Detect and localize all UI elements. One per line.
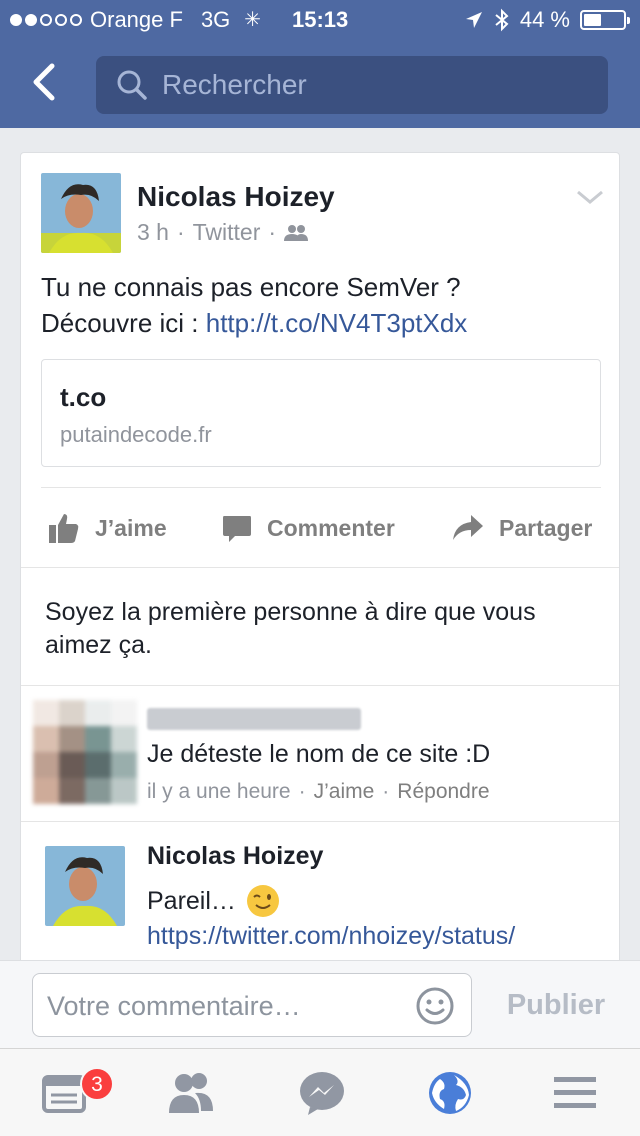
search-bar[interactable] (96, 56, 608, 114)
comment-reply-link[interactable]: Répondre (397, 780, 489, 804)
menu-icon[interactable] (552, 1071, 600, 1115)
author-name[interactable]: Nicolas Hoizey (137, 181, 335, 213)
signal-strength-icon (10, 14, 82, 26)
comment-time: il y a une heure (147, 780, 291, 803)
notifications-globe-icon[interactable] (426, 1071, 474, 1115)
activity-spinner-icon: ✳ (244, 9, 262, 31)
comment-like-link[interactable]: J’aime (314, 780, 375, 804)
search-icon (117, 70, 147, 100)
author-avatar[interactable] (41, 173, 121, 253)
blurred-avatar[interactable] (33, 700, 137, 804)
thumbs-up-icon (49, 514, 79, 543)
comment-meta: il y a une heure · J’aime · Répondre (147, 780, 490, 804)
like-label: J’aime (95, 514, 167, 541)
tab-bar: 3 (0, 1048, 640, 1136)
network-type: 3G (200, 7, 231, 32)
comment-item: Nicolas Hoizey Pareil… https://twitter.c… (21, 821, 619, 981)
post-action-bar: J’aime Commenter Partager (41, 487, 601, 567)
comment-input-box[interactable] (32, 973, 472, 1037)
comment-text: Je déteste le nom de ce site :D (147, 740, 491, 768)
commenter-name[interactable]: Nicolas Hoizey (147, 842, 323, 871)
location-arrow-icon (465, 12, 482, 28)
comment-label: Commenter (267, 514, 395, 541)
comment-input[interactable] (47, 984, 407, 1028)
post-link[interactable]: http://t.co/NV4T3ptXdx (206, 308, 468, 338)
link-preview[interactable]: t.co putaindecode.fr (41, 359, 601, 467)
top-bar: Orange F 3G ✳ 15:13 44 % (0, 0, 640, 128)
comment-text: Pareil… (147, 884, 280, 918)
link-preview-domain: putaindecode.fr (60, 422, 212, 447)
messenger-icon[interactable] (298, 1071, 346, 1115)
winking-face-emoji-icon (246, 885, 279, 917)
battery-percentage: 44 % (519, 7, 570, 32)
friends-audience-icon (284, 224, 309, 241)
link-preview-title: t.co (60, 382, 107, 412)
likes-summary: Soyez la première personne à dire que vo… (21, 567, 619, 685)
smiley-icon[interactable] (415, 986, 455, 1026)
likes-summary-text: Soyez la première personne à dire que vo… (45, 598, 536, 659)
comment-bubble-icon (223, 516, 251, 542)
status-bar: Orange F 3G ✳ 15:13 44 % (0, 0, 640, 40)
commenter-avatar[interactable] (45, 846, 125, 926)
chevron-down-icon[interactable] (575, 187, 605, 207)
post-meta: 3 h · Twitter · (137, 219, 309, 246)
publish-button[interactable]: Publier (492, 973, 620, 1037)
share-button[interactable]: Partager (451, 488, 592, 568)
back-arrow-icon[interactable] (22, 58, 70, 106)
post-card: Nicolas Hoizey 3 h · Twitter · Tu ne con… (20, 152, 620, 982)
bluetooth-icon (495, 8, 509, 32)
status-time: 15:13 (292, 7, 349, 32)
battery-icon (580, 10, 630, 30)
post-text: Tu ne connais pas encore SemVer ? Découv… (41, 269, 601, 341)
comment-link[interactable]: https://twitter.com/nhoizey/status/ (147, 922, 515, 951)
post-time[interactable]: 3 h (137, 219, 169, 246)
post-source: Twitter (192, 219, 261, 245)
like-button[interactable]: J’aime (47, 488, 167, 568)
post-text-line1: Tu ne connais pas encore SemVer ? (41, 272, 461, 302)
carrier-name: Orange F (90, 7, 183, 32)
blurred-commenter-name[interactable] (147, 708, 361, 730)
post-text-prefix: Découvre ici : (41, 308, 206, 338)
share-arrow-icon (453, 515, 483, 540)
share-label: Partager (499, 514, 593, 541)
search-input[interactable] (162, 64, 582, 106)
comment-button[interactable]: Commenter (221, 488, 395, 568)
comment-composer: Publier (0, 960, 640, 1048)
friend-requests-icon[interactable] (167, 1071, 215, 1115)
comment-item: Je déteste le nom de ce site :D il y a u… (21, 685, 619, 821)
comment-text-value: Pareil… (147, 886, 236, 915)
notification-badge: 3 (80, 1067, 114, 1101)
